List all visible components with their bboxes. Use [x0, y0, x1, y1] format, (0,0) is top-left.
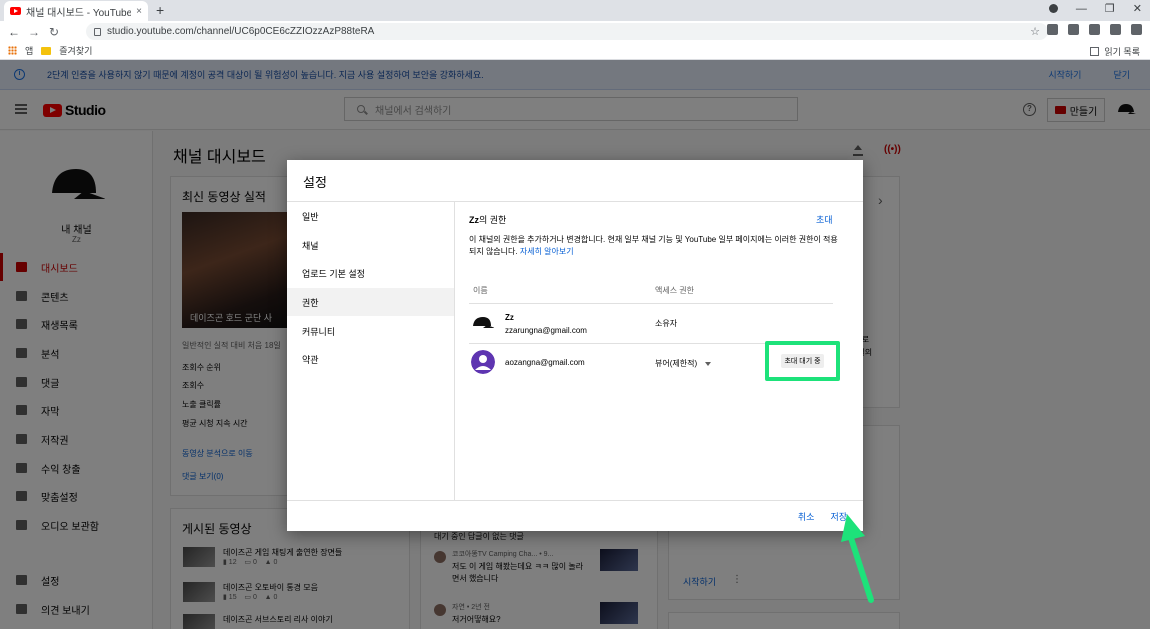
table-divider	[469, 303, 833, 304]
address-bar-row: ← → ↻ studio.youtube.com/channel/UC6p0CE…	[0, 21, 1150, 42]
member-email: zzarungna@gmail.com	[505, 326, 587, 335]
menu-kebab-icon[interactable]	[1131, 24, 1142, 35]
annotation-arrow-icon	[841, 514, 874, 603]
extension-icon[interactable]	[1068, 24, 1079, 35]
avatar	[471, 350, 495, 374]
member-name: Zz	[505, 313, 514, 322]
maximize-button[interactable]: ❐	[1105, 2, 1115, 15]
permissions-title: Zz의 권한	[469, 213, 506, 226]
settings-tab-general[interactable]: 일반	[287, 202, 454, 230]
forward-button[interactable]: →	[24, 25, 44, 39]
bookmarks-bar: 앱 즐겨찾기 읽기 목록	[0, 42, 1150, 60]
settings-dialog: 설정 일반 채널 업로드 기본 설정 권한 커뮤니티 약관 Zz의 권한 초대 …	[287, 160, 863, 531]
invite-button[interactable]: 초대	[816, 213, 833, 226]
member-access: 소유자	[655, 319, 678, 328]
reading-list-label: 읽기 목록	[1104, 47, 1140, 57]
member-email: aozangna@gmail.com	[505, 358, 585, 367]
omnibox[interactable]: studio.youtube.com/channel/UC6p0CE6cZZIO…	[86, 23, 1048, 40]
bookmark-favorites[interactable]: 즐겨찾기	[59, 44, 92, 57]
divider	[287, 500, 863, 501]
puzzle-icon[interactable]	[1089, 24, 1100, 35]
permissions-description: 이 채널의 권한을 추가하거나 변경합니다. 현재 일부 채널 기능 및 You…	[469, 234, 839, 258]
settings-tab-agreements[interactable]: 약관	[287, 345, 454, 373]
chevron-down-icon	[705, 361, 712, 366]
settings-tab-community[interactable]: 커뮤니티	[287, 317, 454, 345]
bookmark-apps[interactable]: 앱	[25, 44, 33, 57]
settings-tab-upload-defaults[interactable]: 업로드 기본 설정	[287, 259, 454, 287]
access-dropdown[interactable]: 뷰어(제한적)	[655, 358, 712, 369]
lock-icon	[94, 27, 101, 36]
browser-tab[interactable]: 채널 대시보드 - YouTube Studio ×	[4, 1, 148, 21]
back-button[interactable]: ←	[4, 25, 24, 39]
browser-tab-strip: 채널 대시보드 - YouTube Studio × + — ❐ ✕	[0, 0, 1150, 21]
minimize-button[interactable]: —	[1076, 3, 1087, 15]
bookmark-star-icon[interactable]: ☆	[1030, 25, 1040, 38]
reading-list[interactable]: 읽기 목록	[1090, 45, 1140, 58]
reading-list-icon	[1090, 47, 1100, 56]
permissions-title-suffix: 의 권한	[479, 215, 507, 225]
avatar	[471, 311, 495, 335]
settings-tab-permissions[interactable]: 권한	[287, 288, 454, 316]
folder-icon	[41, 46, 52, 55]
url-text[interactable]: studio.youtube.com/channel/UC6p0CE6cZZIO…	[107, 26, 1024, 37]
extension-icon[interactable]	[1047, 24, 1058, 35]
settings-tab-channel[interactable]: 채널	[287, 231, 454, 259]
extension-icons	[1047, 24, 1142, 35]
youtube-favicon-icon	[10, 7, 21, 15]
new-tab-button[interactable]: +	[156, 2, 164, 18]
column-header-name: 이름	[473, 286, 488, 295]
column-header-access: 액세스 권한	[655, 286, 695, 295]
tab-title: 채널 대시보드 - YouTube Studio	[26, 7, 132, 19]
highlight-box: 초대 대기 중	[765, 341, 840, 381]
reload-button[interactable]: ↻	[44, 25, 64, 39]
status-badge: 초대 대기 중	[781, 354, 824, 368]
tab-close-icon[interactable]: ×	[136, 6, 142, 17]
close-window-button[interactable]: ✕	[1133, 2, 1142, 15]
settings-nav: 일반 채널 업로드 기본 설정 권한 커뮤니티 약관	[287, 201, 455, 500]
dialog-title: 설정	[303, 175, 327, 190]
cancel-button[interactable]: 취소	[798, 510, 815, 523]
profile-dot-icon[interactable]	[1048, 4, 1058, 13]
owner-name: Zz	[469, 215, 479, 225]
window-controls: — ❐ ✕	[1048, 2, 1142, 15]
apps-grid-icon[interactable]	[8, 46, 17, 55]
access-dropdown-value: 뷰어(제한적)	[655, 359, 698, 368]
learn-more-link[interactable]: 자세히 알아보기	[520, 247, 574, 256]
profile-icon[interactable]	[1110, 24, 1121, 35]
